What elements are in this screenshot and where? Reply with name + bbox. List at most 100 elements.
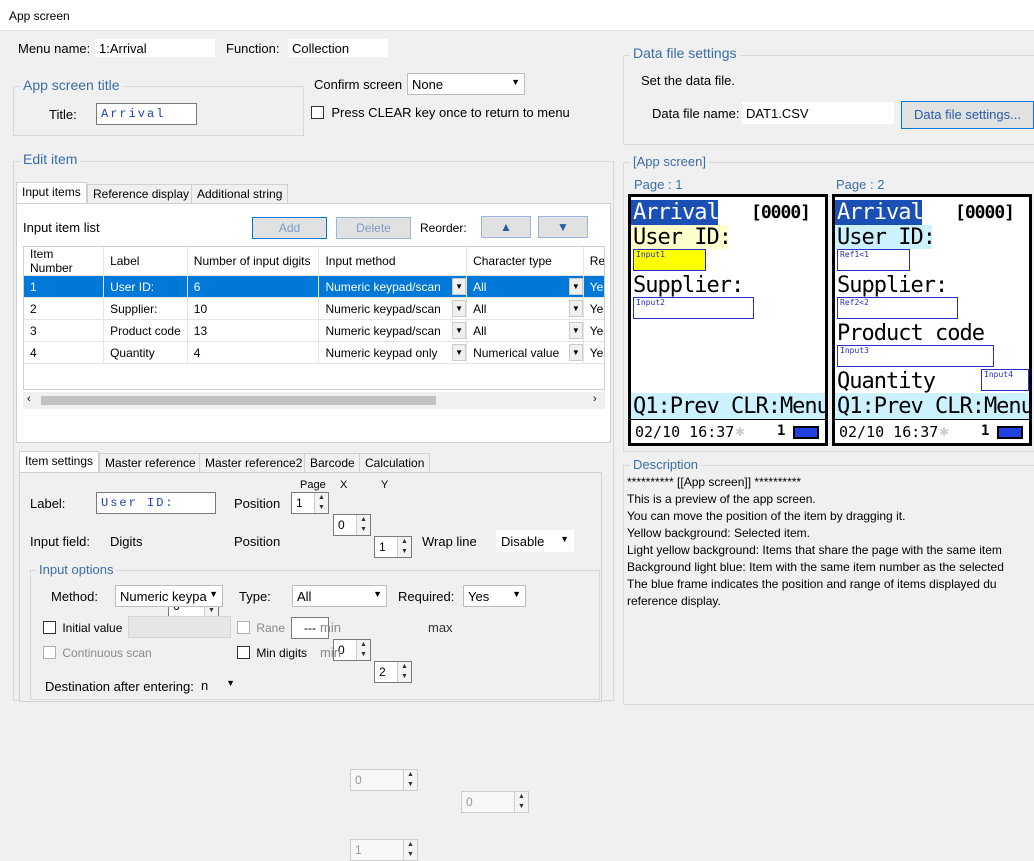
preview-input2-box[interactable]: Input2 — [633, 297, 754, 319]
tab-reference-display[interactable]: Reference display — [87, 184, 196, 204]
cell-label[interactable]: Supplier: — [103, 297, 188, 320]
chevron-down-icon[interactable]: ▼ — [452, 300, 466, 317]
cell-label[interactable]: Product code — [103, 319, 188, 342]
preview-input4-box[interactable]: Input4 — [981, 369, 1029, 391]
cell-character-type[interactable]: All ▼ — [466, 297, 584, 320]
move-up-button[interactable]: ▲ — [481, 216, 531, 238]
label-page-stepper[interactable]: 1 ▲ ▼ — [291, 492, 329, 514]
column-header[interactable]: Character type — [466, 247, 584, 276]
cell-character-type[interactable]: All ▼ — [466, 275, 584, 298]
preview-supplier-label[interactable]: Supplier: — [837, 274, 948, 298]
label-input[interactable]: User ID: — [96, 492, 216, 514]
stepper-arrows-icon[interactable]: ▲▼ — [397, 537, 411, 557]
stepper-arrows-icon[interactable]: ▲▼ — [356, 515, 370, 535]
chevron-down-icon[interactable]: ▼ — [568, 344, 583, 361]
tab-barcode[interactable]: Barcode — [304, 453, 361, 473]
horizontal-scrollbar[interactable]: ‹ › — [23, 392, 605, 409]
preview-user-id-label[interactable]: User ID: — [633, 226, 732, 250]
cell-character-type[interactable]: All ▼ — [466, 319, 584, 342]
stepper-arrows-icon[interactable]: ▲▼ — [314, 493, 328, 513]
stepper-arrows-icon[interactable]: ▲▼ — [514, 792, 528, 812]
preview-input1-box[interactable]: Input1 — [633, 249, 706, 271]
preview-page-1[interactable]: Arrival [0000] User ID: Input1 Supplier:… — [628, 194, 828, 446]
preview-title[interactable]: Arrival — [837, 201, 924, 225]
clear-key-checkbox-row[interactable]: Press CLEAR key once to return to menu — [311, 105, 570, 120]
continuous-scan-row[interactable]: Continuous scan — [43, 645, 152, 660]
preview-quantity-label[interactable]: Quantity — [837, 370, 936, 394]
column-header[interactable]: Input method — [318, 247, 468, 276]
scroll-right-icon[interactable]: › — [593, 393, 597, 405]
cell-required[interactable]: Yes — [583, 319, 604, 342]
destination-select[interactable]: n ▼ — [196, 674, 240, 696]
table-row[interactable]: 4 Quantity 4 Numeric keypad only ▼ Numeri… — [24, 341, 604, 364]
method-select[interactable]: Numeric keypa ▼ — [115, 585, 223, 607]
tab-master-reference2[interactable]: Master reference2 — [199, 453, 309, 473]
cell-required[interactable]: Yes — [583, 275, 604, 298]
initial-value-checkbox[interactable] — [43, 621, 56, 635]
table-row[interactable]: 3 Product code 13 Numeric keypad/scan ▼ A… — [24, 319, 604, 342]
cell-input-method[interactable]: Numeric keypad/scan ▼ — [318, 319, 468, 342]
preview-input3-box[interactable]: Input3 — [837, 345, 994, 367]
range-min-stepper[interactable]: 0 ▲ ▼ — [350, 769, 418, 791]
chevron-down-icon[interactable]: ▼ — [568, 278, 583, 295]
tab-input-items[interactable]: Input items — [16, 182, 87, 204]
table-row[interactable]: 1 User ID: 6 Numeric keypad/scan ▼ All ▼ Y… — [24, 275, 604, 298]
add-button[interactable]: Add — [252, 217, 327, 239]
cell-required[interactable]: Yes — [583, 297, 604, 320]
cell-required[interactable]: Yes — [583, 341, 604, 364]
cell-character-type[interactable]: Numerical value ▼ — [466, 341, 584, 364]
type-select[interactable]: All ▼ — [292, 585, 387, 607]
chevron-down-icon[interactable]: ▼ — [452, 278, 466, 295]
scroll-left-icon[interactable]: ‹ — [27, 393, 31, 405]
range-checkbox[interactable] — [237, 621, 250, 635]
continuous-scan-checkbox[interactable] — [43, 646, 56, 660]
chevron-down-icon[interactable]: ▼ — [452, 344, 466, 361]
cell-digits[interactable]: 4 — [187, 341, 320, 364]
tab-calculation[interactable]: Calculation — [359, 453, 431, 473]
scrollbar-thumb[interactable] — [41, 396, 436, 405]
preview-user-id-label[interactable]: User ID: — [837, 226, 936, 250]
min-digits-checkbox[interactable] — [237, 646, 250, 660]
required-select[interactable]: Yes ▼ — [463, 585, 526, 607]
move-down-button[interactable]: ▼ — [538, 216, 588, 238]
cell-item-number[interactable]: 2 — [24, 297, 105, 320]
preview-supplier-label[interactable]: Supplier: — [633, 274, 744, 298]
label-y-stepper[interactable]: 1 ▲ ▼ — [374, 536, 412, 558]
cell-digits[interactable]: 6 — [187, 275, 320, 298]
cell-item-number[interactable]: 3 — [24, 319, 105, 342]
tab-item-settings[interactable]: Item settings — [19, 451, 100, 473]
chevron-down-icon[interactable]: ▼ — [568, 300, 583, 317]
range-max-stepper[interactable]: 0 ▲ ▼ — [461, 791, 529, 813]
cell-input-method[interactable]: Numeric keypad/scan ▼ — [318, 297, 468, 320]
column-header[interactable]: Item Number — [24, 247, 105, 276]
range-row[interactable]: Rane — [237, 620, 285, 635]
stepper-arrows-icon[interactable]: ▲▼ — [403, 840, 417, 860]
stepper-arrows-icon[interactable]: ▲▼ — [403, 770, 417, 790]
preview-page-2[interactable]: Arrival [0000] User ID: Ref1<1 Supplier:… — [832, 194, 1032, 446]
min-digits-stepper[interactable]: 1 ▲ ▼ — [350, 839, 418, 861]
column-header[interactable]: Number of input digits — [187, 247, 320, 276]
preview-title[interactable]: Arrival — [633, 201, 720, 225]
cell-item-number[interactable]: 1 — [24, 275, 105, 298]
preview-ref1-box[interactable]: Ref1<1 — [837, 249, 910, 271]
column-header[interactable]: Label — [103, 247, 188, 276]
initial-value-input[interactable] — [128, 616, 231, 638]
cell-digits[interactable]: 10 — [187, 297, 320, 320]
data-file-settings-button[interactable]: Data file settings... — [901, 101, 1034, 129]
chevron-down-icon[interactable]: ▼ — [452, 322, 466, 339]
initial-value-row[interactable]: Initial value — [43, 620, 122, 635]
cell-item-number[interactable]: 4 — [24, 341, 105, 364]
confirm-screen-select[interactable]: None ▼ — [407, 73, 525, 95]
clear-key-checkbox[interactable] — [311, 106, 324, 120]
delete-button[interactable]: Delete — [336, 217, 411, 239]
preview-product-label[interactable]: Product code — [837, 322, 985, 346]
preview-ref2-box[interactable]: Ref2<2 — [837, 297, 958, 319]
tab-additional-string[interactable]: Additional string — [191, 184, 289, 204]
chevron-down-icon[interactable]: ▼ — [568, 322, 583, 339]
cell-input-method[interactable]: Numeric keypad only ▼ — [318, 341, 468, 364]
cell-label[interactable]: User ID: — [103, 275, 188, 298]
title-input[interactable]: Arrival — [96, 103, 197, 125]
cell-digits[interactable]: 13 — [187, 319, 320, 342]
cell-input-method[interactable]: Numeric keypad/scan ▼ — [318, 275, 468, 298]
tab-master-reference[interactable]: Master reference — [99, 453, 202, 473]
